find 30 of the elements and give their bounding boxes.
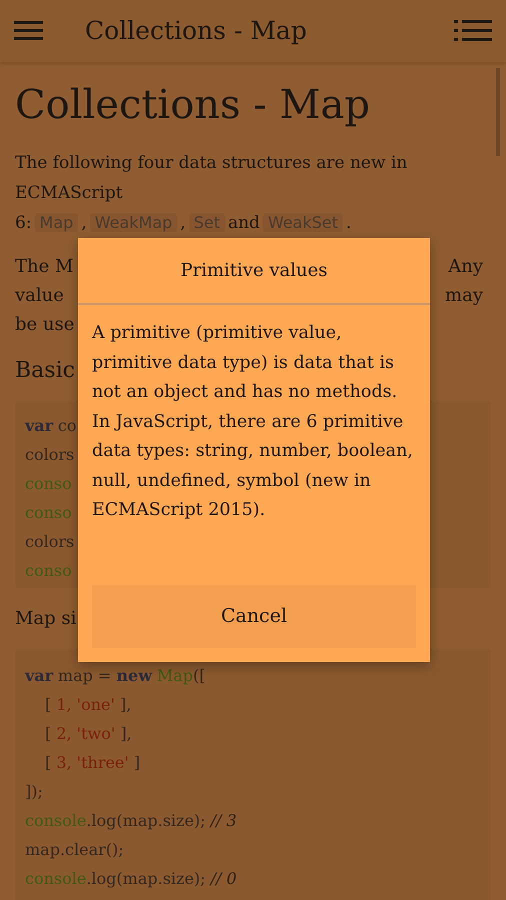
cancel-button[interactable]: Cancel xyxy=(92,585,416,648)
paragraph-fragment: Any xyxy=(448,255,483,279)
list-icon[interactable] xyxy=(454,19,492,43)
code-line: conso xyxy=(25,502,72,524)
code-line: [ 2, 'two' ], xyxy=(45,723,132,745)
paragraph-fragment: The M xyxy=(15,255,74,279)
paragraph-fragment: may xyxy=(445,284,483,308)
code-line: console.log(map.size); // 0 xyxy=(25,868,237,890)
intro-paragraph: The following four data structures are new in ECMAScript 6: Map , WeakMap , Set and WeakSet . xyxy=(15,152,408,235)
paragraph-fragment: value xyxy=(15,284,64,308)
code-line: [ 3, 'three' ] xyxy=(45,752,140,774)
code-line: colors xyxy=(25,531,74,553)
menu-icon[interactable] xyxy=(14,20,44,42)
paragraph-fragment: be use xyxy=(15,313,74,337)
code-line: ]); xyxy=(25,781,43,803)
code-line: var co xyxy=(25,415,76,437)
code-line: console.log(map.size); // 3 xyxy=(25,810,237,832)
code-line: map.clear(); xyxy=(25,839,124,861)
app-bar-title: Collections - Map xyxy=(85,15,307,48)
scrollbar-icon xyxy=(496,68,500,156)
code-line: colors xyxy=(25,444,74,466)
dialog-message: A primitive (primitive value, primitive data type) is data that is not an object and has no methods. In JavaScript, there are 6 primitive data types: string, number, boolean, null, undefined, symbol (new in ECMAScript 2015). xyxy=(90,322,414,522)
paragraph-fragment: Map si xyxy=(15,607,76,631)
code-line: conso xyxy=(25,560,72,582)
code-line: var map = new Map([ xyxy=(25,665,206,687)
code-line: conso xyxy=(25,473,72,495)
code-line: [ 1, 'one' ], xyxy=(45,694,132,716)
dialog-title: Primitive values xyxy=(180,259,328,283)
section-heading: Basic xyxy=(15,357,75,385)
article-heading: Collections - Map xyxy=(15,81,371,130)
